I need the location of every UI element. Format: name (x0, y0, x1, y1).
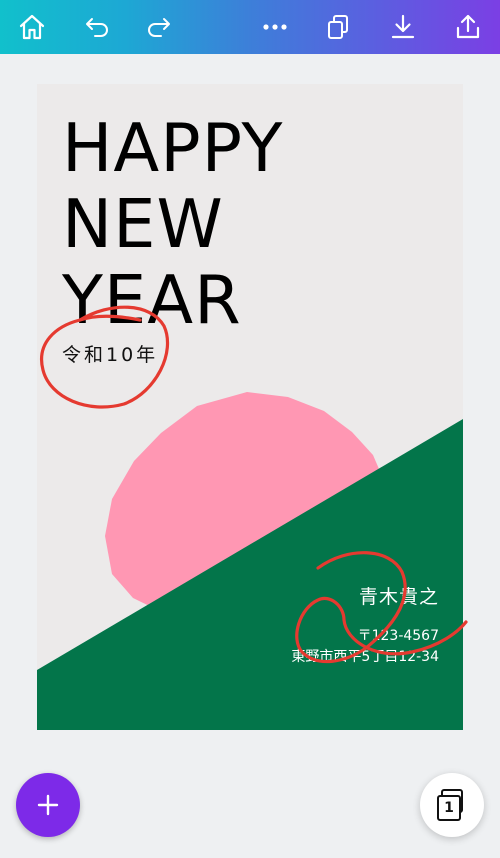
plus-icon (37, 794, 59, 816)
postal-code[interactable]: 〒123-4567 (358, 625, 439, 645)
sender-name[interactable]: 青木貴之 (359, 582, 439, 609)
download-icon (391, 14, 415, 39)
redo-button[interactable] (135, 3, 183, 51)
headline-line-3: YEAR (62, 261, 242, 339)
add-element-button[interactable] (16, 773, 80, 837)
headline-line-2: NEW (62, 185, 224, 263)
headline[interactable]: HAPPY NEW YEAR (62, 110, 283, 338)
pages-icon: 1 (437, 789, 467, 821)
more-button[interactable] (251, 3, 299, 51)
era-text[interactable]: 令和10年 (62, 340, 158, 367)
headline-line-1: HAPPY (62, 109, 284, 187)
pages-button[interactable]: 1 (420, 773, 484, 837)
undo-button[interactable] (73, 3, 121, 51)
share-icon (456, 14, 480, 39)
share-button[interactable] (444, 3, 492, 51)
top-toolbar (0, 0, 500, 54)
undo-icon (86, 18, 108, 37)
design-page[interactable]: HAPPY NEW YEAR 令和10年 青木貴之 〒123-4567 東野市西… (37, 84, 463, 730)
home-button[interactable] (8, 3, 56, 51)
duplicate-icon (328, 15, 348, 39)
more-icon (263, 24, 287, 30)
duplicate-button[interactable] (315, 3, 363, 51)
download-button[interactable] (379, 3, 427, 51)
sender-address[interactable]: 東野市西平5丁目12-34 (291, 646, 439, 666)
page-count: 1 (437, 795, 461, 821)
home-icon (19, 14, 45, 40)
redo-icon (148, 18, 170, 37)
